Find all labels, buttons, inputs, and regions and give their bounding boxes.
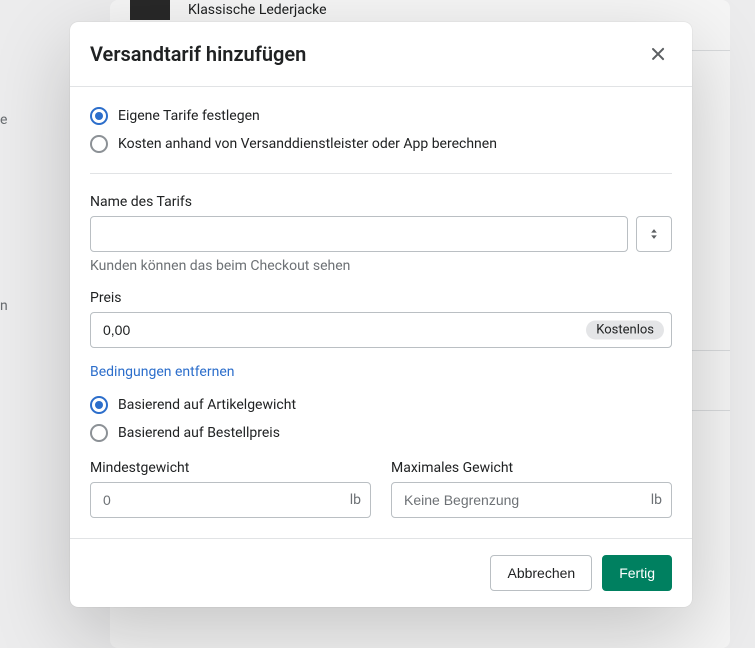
modal-header: Versandtarif hinzufügen (70, 22, 692, 87)
radio-icon (90, 107, 108, 125)
min-weight-col: Mindestgewicht lb (90, 460, 371, 518)
radio-price-based[interactable]: Basierend auf Bestellpreis (90, 424, 672, 442)
remove-conditions-link[interactable]: Bedingungen entfernen (90, 364, 234, 380)
modal-title: Versandtarif hinzufügen (90, 42, 306, 66)
radio-icon (90, 424, 108, 442)
max-weight-unit: lb (651, 492, 662, 508)
condition-type-group: Basierend auf Artikelgewicht Basierend a… (90, 396, 672, 442)
radio-label: Eigene Tarife festlegen (118, 108, 260, 124)
min-weight-unit: lb (350, 492, 361, 508)
weight-range-row: Mindestgewicht lb Maximales Gewicht lb (90, 460, 672, 518)
radio-icon (90, 135, 108, 153)
close-icon (648, 44, 668, 64)
radio-icon (90, 396, 108, 414)
radio-weight-based[interactable]: Basierend auf Artikelgewicht (90, 396, 672, 414)
rate-type-section: Eigene Tarife festlegen Kosten anhand vo… (90, 107, 672, 174)
add-rate-modal: Versandtarif hinzufügen Eigene Tarife fe… (70, 22, 692, 607)
price-label: Preis (90, 290, 672, 306)
rate-name-row (90, 216, 672, 252)
min-weight-label: Mindestgewicht (90, 460, 371, 476)
max-weight-col: Maximales Gewicht lb (391, 460, 672, 518)
min-weight-input[interactable] (90, 482, 371, 518)
modal-footer: Abbrechen Fertig (70, 538, 692, 607)
modal-body: Eigene Tarife festlegen Kosten anhand vo… (70, 87, 692, 538)
radio-label: Kosten anhand von Versanddienstleister o… (118, 136, 497, 152)
rate-name-helper: Kunden können das beim Checkout sehen (90, 258, 672, 274)
radio-label: Basierend auf Bestellpreis (118, 425, 280, 441)
rate-name-select-button[interactable] (636, 216, 672, 252)
select-icon (647, 227, 661, 241)
done-button[interactable]: Fertig (602, 555, 672, 591)
rate-name-input[interactable] (90, 216, 628, 252)
price-input[interactable] (90, 312, 672, 348)
free-badge: Kostenlos (586, 321, 664, 340)
cancel-button[interactable]: Abbrechen (490, 555, 592, 591)
radio-carrier-rate[interactable]: Kosten anhand von Versanddienstleister o… (90, 135, 672, 153)
price-field: Kostenlos (90, 312, 672, 348)
max-weight-label: Maximales Gewicht (391, 460, 672, 476)
rate-name-label: Name des Tarifs (90, 194, 672, 210)
max-weight-input[interactable] (391, 482, 672, 518)
radio-custom-rate[interactable]: Eigene Tarife festlegen (90, 107, 672, 125)
radio-label: Basierend auf Artikelgewicht (118, 397, 296, 413)
close-button[interactable] (644, 40, 672, 68)
